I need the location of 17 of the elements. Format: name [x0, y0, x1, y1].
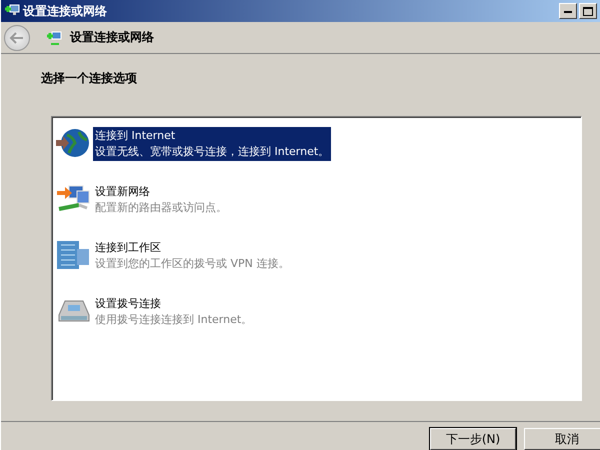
back-arrow-icon [9, 32, 25, 44]
dialog-button[interactable]: 下一步(N) [430, 428, 516, 450]
minimize-button[interactable] [559, 3, 577, 19]
page-title: 设置连接或网络 [70, 29, 154, 46]
minimize-icon [564, 10, 572, 12]
maximize-icon [583, 6, 593, 16]
section-heading: 选择一个连接选项 [41, 70, 138, 87]
connection-option[interactable]: 连接到 Internet 设置无线、宽带或拨号连接，连接到 Internet。 [93, 127, 332, 161]
maximize-button[interactable] [579, 3, 597, 19]
building-icon [55, 239, 91, 271]
connection-option[interactable]: 设置拨号连接 使用拨号连接连接到 Internet。 [93, 295, 254, 329]
network-icon [46, 30, 62, 46]
dialog-button[interactable]: 取消 [524, 428, 600, 450]
connection-option[interactable]: 连接到工作区 设置到您的工作区的拨号或 VPN 连接。 [93, 239, 292, 273]
window-title: 设置连接或网络 [23, 2, 108, 20]
globe-icon [55, 127, 91, 159]
connection-option[interactable]: 设置新网络 配置新的路由器或访问点。 [93, 183, 229, 217]
